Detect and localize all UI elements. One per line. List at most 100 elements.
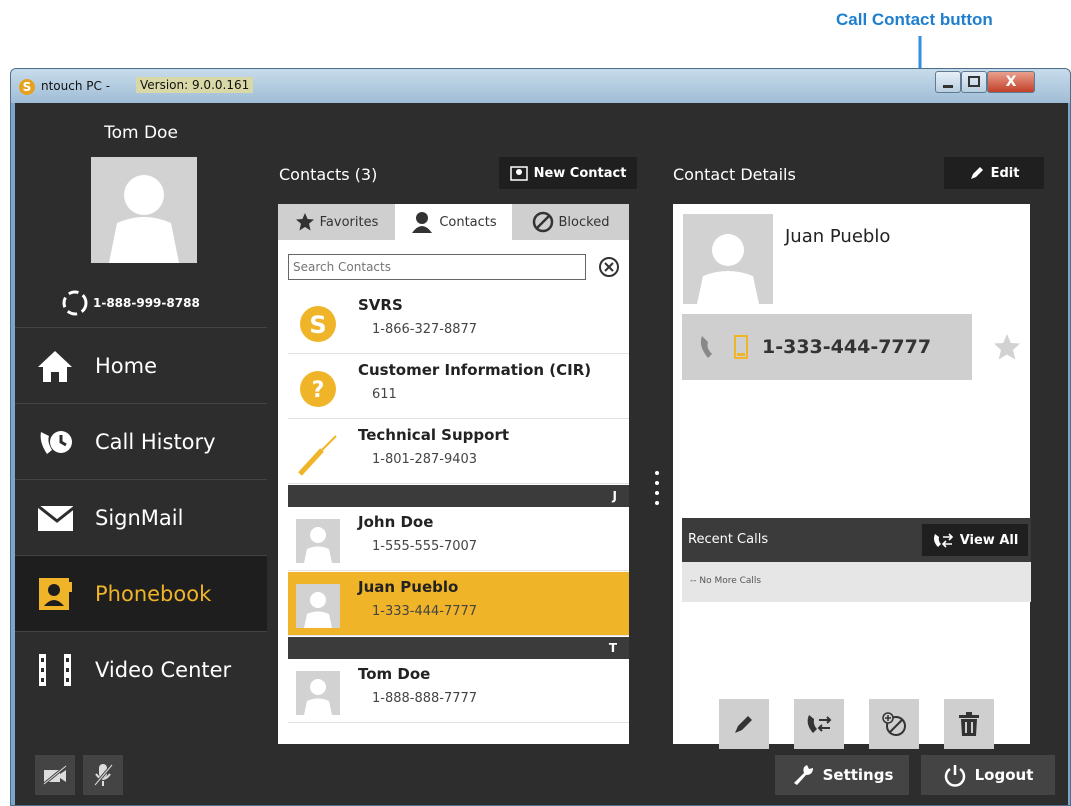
section-letter-t: T bbox=[288, 637, 629, 659]
settings-button[interactable]: Settings bbox=[775, 755, 909, 795]
user-name: Tom Doe bbox=[104, 123, 178, 143]
recent-calls-title: Recent Calls bbox=[688, 532, 769, 547]
mute-button[interactable] bbox=[83, 755, 123, 795]
version-label: Version: 9.0.0.161 bbox=[136, 77, 254, 93]
nav-home[interactable]: Home bbox=[15, 327, 267, 403]
wrench-icon bbox=[793, 765, 813, 785]
minimize-button[interactable] bbox=[935, 71, 961, 93]
list-item[interactable]: Technical Support 1-801-287-9403 bbox=[288, 420, 629, 484]
nav-video-center-label: Video Center bbox=[95, 657, 232, 682]
sidebar: Tom Doe 1-888-999-8788 Home Call History bbox=[15, 103, 267, 733]
user-number-text: 1-888-999-8788 bbox=[93, 296, 200, 310]
contact-name: John Doe bbox=[358, 513, 434, 531]
svg-text:?: ? bbox=[312, 378, 325, 403]
close-button[interactable]: X bbox=[987, 71, 1035, 93]
nav-video-center[interactable]: Video Center bbox=[15, 631, 267, 707]
nav-phonebook[interactable]: Phonebook bbox=[15, 555, 267, 631]
logout-label: Logout bbox=[974, 766, 1034, 784]
block-contact-button[interactable] bbox=[869, 699, 919, 749]
nav-phonebook-label: Phonebook bbox=[95, 581, 212, 606]
avatar-icon bbox=[296, 671, 340, 715]
list-item[interactable]: John Doe 1-555-555-7007 bbox=[288, 507, 629, 571]
tab-contacts[interactable]: Contacts bbox=[395, 204, 512, 240]
call-history-icon bbox=[37, 424, 73, 460]
clear-search-button[interactable] bbox=[596, 254, 622, 280]
title-bar: S ntouch PC - Version: 9.0.0.161 X bbox=[11, 69, 1070, 103]
contact-name: Juan Pueblo bbox=[785, 226, 891, 247]
person-icon bbox=[412, 212, 433, 233]
list-item-selected[interactable]: Juan Pueblo 1-333-444-7777 bbox=[288, 572, 629, 636]
recent-calls-header: Recent Calls View All bbox=[682, 518, 1031, 562]
contact-number: 1-888-888-7777 bbox=[372, 691, 478, 706]
delete-contact-button[interactable] bbox=[944, 699, 994, 749]
contact-name: Juan Pueblo bbox=[358, 578, 459, 596]
video-phone-icon bbox=[62, 290, 88, 316]
new-contact-icon bbox=[509, 166, 528, 181]
nav-signmail[interactable]: SignMail bbox=[15, 479, 267, 555]
film-icon bbox=[37, 652, 73, 688]
tab-blocked-label: Blocked bbox=[558, 214, 610, 230]
avatar-icon bbox=[296, 519, 340, 563]
nav-signmail-label: SignMail bbox=[95, 505, 184, 530]
new-contact-button[interactable]: New Contact bbox=[499, 157, 637, 189]
tab-blocked[interactable]: Blocked bbox=[512, 204, 629, 240]
call-history-icon bbox=[807, 715, 832, 733]
logout-button[interactable]: Logout bbox=[921, 755, 1055, 795]
question-icon: ? bbox=[300, 371, 336, 407]
tab-contacts-label: Contacts bbox=[439, 214, 497, 230]
contact-name: SVRS bbox=[358, 296, 403, 314]
view-all-label: View All bbox=[959, 532, 1019, 548]
pencil-icon bbox=[970, 167, 983, 179]
app-window: S ntouch PC - Version: 9.0.0.161 X Tom D… bbox=[10, 68, 1071, 806]
screwdriver-icon bbox=[298, 435, 337, 476]
contact-details-title: Contact Details bbox=[673, 165, 796, 184]
tab-favorites-label: Favorites bbox=[319, 214, 379, 230]
contact-name: Technical Support bbox=[358, 426, 510, 444]
edit-button[interactable]: Edit bbox=[944, 157, 1044, 189]
list-item[interactable]: ? Customer Information (CIR) 611 bbox=[288, 355, 629, 419]
trash-icon bbox=[959, 712, 979, 736]
view-all-button[interactable]: View All bbox=[922, 524, 1028, 556]
ntouch-logo-icon: S bbox=[19, 79, 35, 95]
search-contacts-input[interactable] bbox=[288, 254, 586, 280]
phonebook-icon bbox=[37, 576, 73, 612]
panel-resize-handle[interactable] bbox=[655, 471, 661, 511]
edit-label: Edit bbox=[990, 165, 1020, 181]
user-number: 1-888-999-8788 bbox=[61, 289, 200, 317]
list-item[interactable]: Tom Doe 1-888-888-7777 bbox=[288, 659, 629, 723]
contact-phone-number: 1-333-444-7777 bbox=[762, 336, 932, 358]
nav-call-history[interactable]: Call History bbox=[15, 403, 267, 479]
list-item[interactable]: S SVRS 1-866-327-8877 bbox=[288, 290, 629, 354]
contact-number: 1-333-444-7777 bbox=[372, 604, 478, 619]
contact-details-panel: Juan Pueblo 1-333-444-7777 Recent Calls … bbox=[673, 204, 1031, 749]
edit-contact-button[interactable] bbox=[719, 699, 769, 749]
block-icon bbox=[882, 712, 906, 736]
svrs-logo-icon: S bbox=[300, 306, 336, 342]
settings-label: Settings bbox=[822, 766, 894, 784]
envelope-icon bbox=[37, 500, 73, 536]
contact-name: Customer Information (CIR) bbox=[358, 361, 592, 379]
contact-number: 1-866-327-8877 bbox=[372, 322, 478, 337]
callout-label: Call Contact button bbox=[836, 10, 993, 29]
phone-icon bbox=[700, 336, 712, 358]
video-privacy-button[interactable] bbox=[35, 755, 75, 795]
contact-number: 611 bbox=[372, 387, 397, 402]
nav-home-label: Home bbox=[95, 353, 158, 378]
maximize-button[interactable] bbox=[961, 71, 987, 93]
clear-icon bbox=[599, 257, 619, 277]
call-history-icon bbox=[933, 533, 953, 548]
microphone-off-icon bbox=[93, 764, 114, 786]
pencil-icon bbox=[735, 716, 752, 733]
home-icon bbox=[37, 348, 73, 384]
app-body: Tom Doe 1-888-999-8788 Home Call History bbox=[15, 103, 1068, 805]
blocked-icon bbox=[532, 211, 553, 233]
star-icon bbox=[295, 213, 314, 231]
avatar-icon bbox=[296, 584, 340, 628]
call-contact-button[interactable]: 1-333-444-7777 bbox=[682, 314, 972, 380]
favorite-star-icon[interactable] bbox=[992, 332, 1022, 362]
camera-off-icon bbox=[43, 764, 67, 786]
new-contact-label: New Contact bbox=[533, 165, 627, 181]
svg-text:S: S bbox=[309, 311, 326, 339]
tab-favorites[interactable]: Favorites bbox=[278, 204, 395, 240]
call-history-button[interactable] bbox=[794, 699, 844, 749]
